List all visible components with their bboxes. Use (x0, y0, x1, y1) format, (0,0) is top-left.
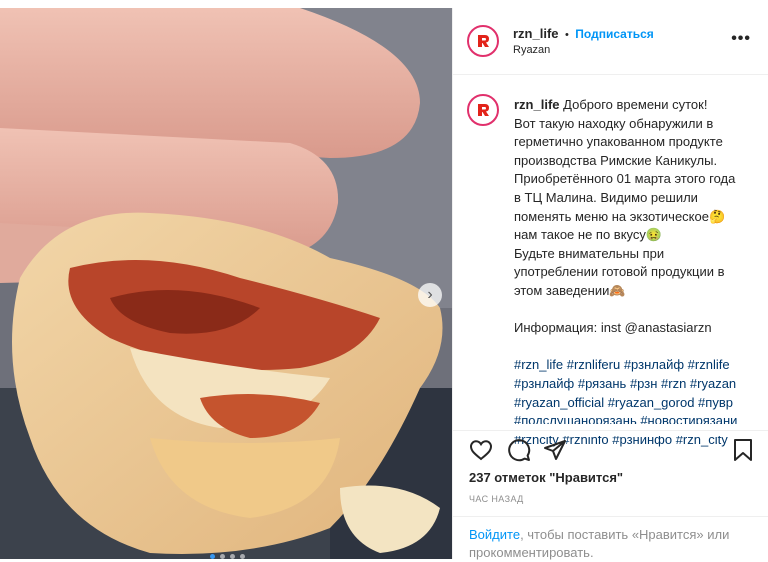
caption-line: Будьте внимательны при (514, 245, 665, 261)
post-sidebar: rzn_life • Подписаться Ryazan ••• rzn_li… (452, 8, 768, 562)
login-link[interactable]: Войдите (469, 527, 520, 542)
rzn-logo-icon (471, 98, 495, 122)
heart-icon[interactable] (469, 438, 493, 467)
post-caption: rzn_life Доброго времени суток! Вот таку… (514, 96, 749, 449)
instagram-post-view: › rzn_life • Подписаться Ryazan ••• rzn_… (0, 0, 768, 562)
follow-button[interactable]: Подписаться (575, 27, 653, 41)
hashtag-line[interactable]: #rzn_life #rznliferu #рзнлайф #rznlife (514, 356, 749, 375)
caption-line: Доброго времени суток! (563, 97, 708, 112)
carousel-dot (210, 554, 215, 559)
divider (453, 516, 768, 517)
caption-line: нам такое не по вкусу🤢 (514, 227, 663, 243)
caption-line: Приобретённого 01 марта этого года (514, 171, 736, 187)
bookmark-icon[interactable] (731, 438, 755, 467)
post-location[interactable]: Ryazan (513, 44, 550, 56)
avatar[interactable] (467, 25, 499, 57)
hashtag-line[interactable]: #ryazan_official #ryazan_gorod #пувр (514, 394, 749, 413)
post-header: rzn_life • Подписаться Ryazan ••• (453, 8, 768, 75)
action-bar (469, 438, 755, 464)
carousel-indicator (210, 554, 245, 559)
caption-line: в ТЦ Малина. Видимо решили (514, 189, 698, 205)
caption-line: герметично упакованном продукте (514, 134, 723, 150)
post-timestamp[interactable]: ЧАС НАЗАД (469, 494, 524, 504)
carousel-dot (230, 554, 235, 559)
more-icon[interactable]: ••• (731, 30, 751, 48)
caption-line: производства Римские Каникулы. (514, 152, 718, 168)
comment-icon[interactable] (507, 438, 531, 467)
like-count[interactable]: 237 отметок "Нравится" (469, 470, 623, 485)
separator-bullet: • (564, 29, 569, 41)
rzn-logo-icon (471, 29, 495, 53)
login-prompt: Войдите, чтобы поставить «Нравится» или … (469, 526, 749, 562)
caption-username[interactable]: rzn_life (514, 97, 560, 112)
caption-line: употреблении готовой продукции в (514, 264, 725, 280)
chevron-right-icon[interactable]: › (418, 283, 442, 307)
carousel-dot (240, 554, 245, 559)
caption-line: Информация: inst @anastasiarzn (514, 320, 712, 336)
post-author-username[interactable]: rzn_life (513, 26, 559, 41)
caption-line: поменять меню на экзотическое🤔 (514, 208, 726, 224)
photo-illustration (0, 8, 452, 559)
caption-avatar[interactable] (467, 94, 499, 126)
caption-line: Вот такую находку обнаружили в (514, 115, 714, 131)
divider (453, 430, 768, 431)
carousel-dot (220, 554, 225, 559)
caption-line: этом заведении🙈 (514, 282, 626, 298)
post-photo[interactable]: › (0, 8, 452, 559)
hashtag-line[interactable]: #рзнлайф #рязань #рзн #rzn #ryazan (514, 375, 749, 394)
share-icon[interactable] (543, 438, 567, 467)
